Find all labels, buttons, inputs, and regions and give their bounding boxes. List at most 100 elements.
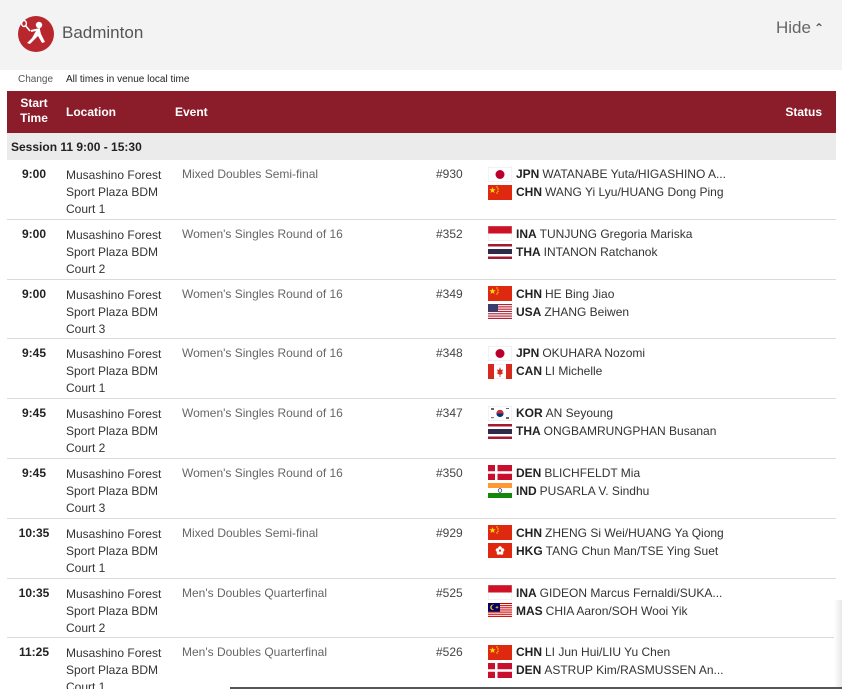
table-row[interactable]: 9:00 Musashino Forest Sport Plaza BDM Court… [7, 280, 836, 340]
table-row[interactable]: 10:35 Musashino Forest Sport Plaza BDM Cour… [7, 519, 836, 579]
noc-code: CHN [516, 185, 542, 199]
location-venue-2: Sport Plaza BDM [66, 543, 159, 558]
location-court: Court 3 [66, 500, 106, 515]
athlete-names: TANG Chun Man/TSE Ying Suet [545, 543, 719, 558]
kor-flag-icon [488, 405, 512, 421]
column-status: Status [785, 105, 822, 119]
location-venue-2: Sport Plaza BDM [66, 364, 159, 379]
schedule-table: 9:00 Musashino Forest Sport Plaza BDM Court… [7, 160, 836, 689]
location-venue-2: Sport Plaza BDM [66, 483, 159, 498]
noc-code: HKG [516, 543, 543, 558]
location-venue-2: Sport Plaza BDM [66, 244, 159, 259]
table-row[interactable]: 9:00 Musashino Forest Sport Plaza BDM Court… [7, 160, 836, 220]
chn-flag-icon [488, 525, 512, 541]
competitor: CAN LI Michelle [488, 362, 645, 380]
location: Musashino Forest Sport Plaza BDM Court 1 [66, 346, 176, 397]
location-court: Court 3 [66, 321, 106, 336]
noc-code: CHN [516, 525, 542, 540]
location: Musashino Forest Sport Plaza BDM Court 1 [66, 526, 176, 577]
location-court: Court 1 [66, 381, 106, 396]
competitors: CHN HE Bing Jiao USA ZHANG Beiwen [488, 285, 629, 321]
table-row[interactable]: 10:35 Musashino Forest Sport Plaza BDM Cour… [7, 579, 836, 639]
competitor: CHN HE Bing Jiao [488, 285, 629, 303]
table-row[interactable]: 9:00 Musashino Forest Sport Plaza BDM Court… [7, 220, 836, 280]
location: Musashino Forest Sport Plaza BDM Court 3 [66, 466, 176, 517]
jpn-flag-icon [488, 166, 512, 182]
tha-flag-icon [488, 244, 512, 260]
athlete-names: INTANON Ratchanok [543, 244, 658, 259]
competitor: USA ZHANG Beiwen [488, 303, 629, 321]
athlete-names: WATANABE Yuta/HIGASHINO A... [542, 167, 726, 181]
athlete-names: ASTRUP Kim/RASMUSSEN An... [544, 663, 724, 678]
start-time: 9:00 [21, 226, 47, 241]
competitors: CHN LI Jun Hui/LIU Yu Chen DEN ASTRUP Kim/R… [488, 643, 724, 679]
location-venue-2: Sport Plaza BDM [66, 603, 159, 618]
change-timezone-link[interactable]: Change [18, 74, 53, 85]
athlete-names: OKUHARA Nozomi [542, 346, 646, 361]
table-row[interactable]: 9:45 Musashino Forest Sport Plaza BDM Court… [7, 459, 836, 519]
competitor: THA INTANON Ratchanok [488, 243, 692, 261]
event-name[interactable]: Men's Doubles Quarterfinal [182, 586, 327, 600]
event-name[interactable]: Men's Doubles Quarterfinal [182, 645, 327, 659]
location-venue: Musashino Forest [66, 526, 162, 541]
table-row[interactable]: 9:45 Musashino Forest Sport Plaza BDM Court… [7, 399, 836, 459]
match-number: #348 [436, 346, 463, 361]
location-court: Court 2 [66, 620, 106, 635]
competitors: INA GIDEON Marcus Fernaldi/SUKA... MAS CHIA… [488, 584, 722, 620]
athlete-names: LI Jun Hui/LIU Yu Chen [545, 645, 671, 660]
location-venue-2: Sport Plaza BDM [66, 185, 159, 199]
competitor: JPN WATANABE Yuta/HIGASHINO A... [488, 165, 726, 183]
match-number: #525 [436, 585, 463, 600]
event-name[interactable]: Women's Singles Round of 16 [182, 227, 343, 241]
location-venue: Musashino Forest [66, 586, 162, 601]
location-venue-2: Sport Plaza BDM [66, 424, 159, 439]
event-name[interactable]: Mixed Doubles Semi-final [182, 526, 318, 540]
table-row[interactable]: 9:45 Musashino Forest Sport Plaza BDM Court… [7, 339, 836, 400]
hide-button[interactable]: Hide ⌃ [776, 18, 824, 38]
ina-flag-icon [488, 226, 512, 242]
match-number: #930 [436, 167, 463, 181]
location-court: Court 1 [66, 202, 106, 216]
can-flag-icon [488, 363, 512, 379]
noc-code: THA [516, 424, 541, 439]
location-venue-2: Sport Plaza BDM [66, 304, 159, 319]
table-row[interactable]: 11:25 Musashino Forest Sport Plaza BDM Cour… [7, 638, 836, 689]
column-start-time-label: Start Time [20, 96, 48, 125]
location-venue: Musashino Forest [66, 347, 162, 362]
chn-flag-icon [488, 184, 512, 200]
start-time: 9:45 [21, 406, 47, 421]
location-venue: Musashino Forest [66, 287, 162, 302]
competitor: MAS CHIA Aaron/SOH Wooi Yik [488, 602, 722, 620]
hide-label: Hide [775, 18, 811, 37]
scroll-edge [834, 600, 842, 689]
mas-flag-icon [488, 603, 512, 619]
event-name[interactable]: Mixed Doubles Semi-final [182, 167, 318, 181]
chevron-up-icon: ⌃ [813, 21, 824, 35]
usa-flag-icon [488, 304, 512, 320]
match-number: #349 [436, 286, 463, 301]
event-name[interactable]: Women's Singles Round of 16 [182, 406, 343, 420]
noc-code: THA [516, 244, 541, 259]
badminton-player-icon [18, 16, 54, 52]
competitors: DEN BLICHFELDT Mia IND PUSARLA V. Sindhu [488, 464, 649, 500]
den-flag-icon [488, 465, 512, 481]
match-number: #350 [436, 465, 463, 480]
chn-flag-icon [488, 644, 512, 660]
event-name[interactable]: Women's Singles Round of 16 [182, 346, 343, 360]
location-venue: Musashino Forest [66, 407, 162, 422]
noc-code: INA [516, 226, 537, 241]
event-name[interactable]: Women's Singles Round of 16 [182, 287, 343, 301]
noc-code: MAS [516, 603, 543, 618]
match-number: #929 [436, 525, 463, 540]
competitors: JPN WATANABE Yuta/HIGASHINO A... CHN WANG Y… [488, 165, 726, 201]
noc-code: IND [516, 483, 537, 498]
column-start-time: Start Time [7, 96, 61, 126]
location-venue: Musashino Forest [66, 227, 162, 242]
chn-flag-icon [488, 286, 512, 302]
event-name[interactable]: Women's Singles Round of 16 [182, 466, 343, 480]
athlete-names: GIDEON Marcus Fernaldi/SUKA... [539, 585, 723, 600]
location-venue-2: Sport Plaza BDM [66, 663, 159, 678]
athlete-names: TUNJUNG Gregoria Mariska [539, 226, 693, 241]
noc-code: DEN [516, 663, 542, 678]
location-court: Court 2 [66, 441, 106, 456]
